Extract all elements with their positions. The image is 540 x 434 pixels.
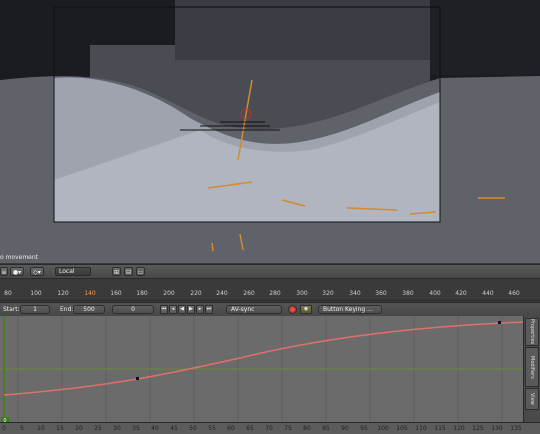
bottom-tick: 75 [284, 425, 292, 432]
ruler-tick: 360 [375, 290, 387, 297]
bottom-tick: 10 [37, 425, 45, 432]
ruler-tick: 460 [508, 290, 520, 297]
f-curve [3, 321, 524, 396]
bottom-tick: 55 [208, 425, 216, 432]
sync-select[interactable]: AV-sync [226, 305, 282, 314]
ruler-tick: 340 [349, 290, 361, 297]
layer-toggle-button[interactable]: ⊞ [112, 267, 121, 276]
next-key-button[interactable]: ▸ [196, 305, 204, 314]
keying-set-label: Button Keying ... [323, 306, 373, 313]
bottom-tick: 125 [472, 425, 484, 432]
bottom-tick: 30 [113, 425, 121, 432]
tab-view[interactable]: View [525, 388, 539, 410]
frame-ruler[interactable]: 80 100 120 140 160 180 200 220 240 260 2… [0, 289, 540, 301]
3d-viewport[interactable]: o movement [0, 0, 540, 263]
jump-end-button[interactable]: ⏭ [205, 305, 213, 314]
bottom-tick: 130 [491, 425, 503, 432]
current-frame-field[interactable]: 0 [112, 305, 154, 314]
timeline-controls: Start: 1 End: 500 0 ⏮ ◂ ◀ ▶ ▸ ⏭ AV-sync … [0, 302, 540, 317]
bottom-tick: 100 [377, 425, 389, 432]
ruler-tick: 300 [296, 290, 308, 297]
ruler-tick: 440 [482, 290, 494, 297]
bottom-tick: 65 [246, 425, 254, 432]
end-label: End: [60, 306, 74, 313]
bottom-tick: 135 [510, 425, 522, 432]
record-button[interactable] [288, 305, 297, 314]
bottom-tick: 25 [94, 425, 102, 432]
start-frame-field[interactable]: 1 [20, 305, 50, 314]
ruler-tick: 260 [243, 290, 255, 297]
end-frame-value: 500 [83, 306, 95, 313]
ruler-tick: 240 [216, 290, 228, 297]
end-frame-field[interactable]: 500 [73, 305, 105, 314]
keyframe-point [136, 377, 139, 380]
graph-frame-ruler[interactable]: 0 5 10 15 20 25 30 35 40 45 50 55 60 65 … [0, 422, 540, 434]
camera-button[interactable]: ▭ [136, 267, 145, 276]
keying-set-select[interactable]: Button Keying ... [318, 305, 382, 314]
ruler-tick: 120 [57, 290, 69, 297]
shading-button[interactable]: ●▾ [10, 267, 24, 276]
keyframe-point [498, 321, 501, 324]
ruler-tick: 320 [322, 290, 334, 297]
ruler-tick: 80 [4, 290, 12, 297]
ruler-tick: 180 [136, 290, 148, 297]
start-frame-value: 1 [33, 306, 37, 313]
play-button[interactable]: ▶ [187, 305, 195, 314]
graph-editor[interactable]: 0 [0, 316, 524, 422]
keyframe-button[interactable]: ◉ [300, 305, 312, 314]
tab-modifiers[interactable]: Modifiers [525, 347, 539, 387]
view-menu-button[interactable]: ≡ [0, 267, 8, 276]
bottom-tick: 80 [303, 425, 311, 432]
ruler-tick: 200 [163, 290, 175, 297]
graph-canvas [0, 316, 524, 422]
orientation-label: Local [59, 268, 75, 275]
bottom-tick: 35 [132, 425, 140, 432]
bottom-tick: 20 [75, 425, 83, 432]
bottom-tick: 85 [322, 425, 330, 432]
bottom-tick: 70 [265, 425, 273, 432]
viewport-scene [0, 0, 540, 263]
ruler-tick: 380 [402, 290, 414, 297]
side-panel-tabs: Properties Modifiers View [523, 316, 540, 422]
ruler-tick: 280 [269, 290, 281, 297]
play-reverse-button[interactable]: ◀ [178, 305, 186, 314]
render-button[interactable]: ⊟ [124, 267, 133, 276]
bottom-tick: 60 [227, 425, 235, 432]
bottom-tick: 110 [415, 425, 427, 432]
start-label: Start: [3, 306, 20, 313]
bottom-tick: 120 [453, 425, 465, 432]
ruler-tick: 420 [455, 290, 467, 297]
ruler-tick: 140 [84, 290, 96, 297]
orientation-select[interactable]: Local [55, 267, 91, 276]
pivot-button[interactable]: ◇▾ [30, 267, 44, 276]
ruler-tick: 100 [30, 290, 42, 297]
sync-option: AV-sync [231, 306, 255, 313]
bottom-tick: 45 [170, 425, 178, 432]
bottom-tick: 5 [20, 425, 24, 432]
current-frame-value: 0 [131, 306, 135, 313]
bottom-tick: 50 [189, 425, 197, 432]
bottom-tick: 15 [56, 425, 64, 432]
prev-key-button[interactable]: ◂ [169, 305, 177, 314]
bottom-tick: 105 [396, 425, 408, 432]
ruler-tick: 220 [190, 290, 202, 297]
bottom-tick: 90 [341, 425, 349, 432]
jump-start-button[interactable]: ⏮ [160, 305, 168, 314]
bottom-tick: 115 [434, 425, 446, 432]
bottom-tick: 95 [360, 425, 368, 432]
ruler-tick: 160 [110, 290, 122, 297]
ruler-tick: 400 [429, 290, 441, 297]
bottom-tick: 40 [151, 425, 159, 432]
viewport-header: ≡ ●▾ ◇▾ Local ⊞ ⊟ ▭ [0, 264, 540, 279]
tab-properties[interactable]: Properties [525, 318, 539, 346]
viewport-overlay-text: o movement [0, 254, 39, 261]
bottom-tick: 0 [2, 425, 6, 432]
